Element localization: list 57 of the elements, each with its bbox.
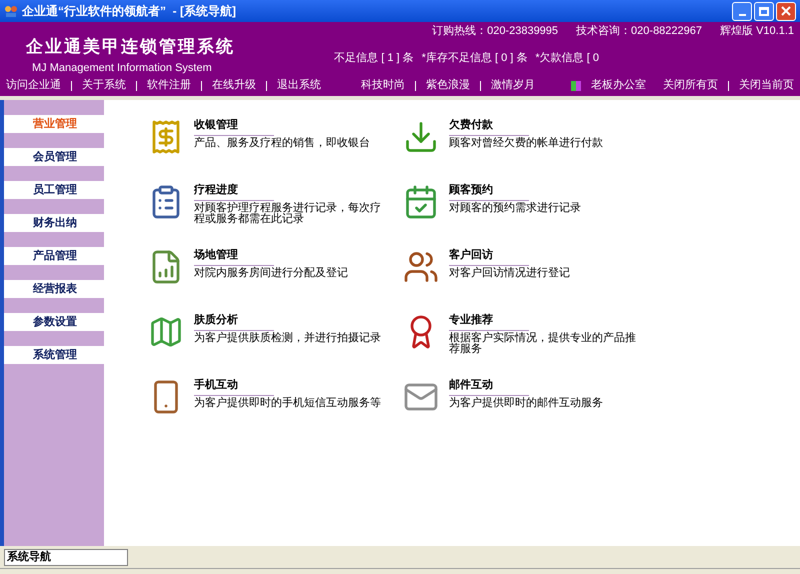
module-description: 对顾客护理疗程服务进行记录，每次疗程或服务都需在此记录 bbox=[194, 202, 382, 224]
module-title[interactable]: 肤质分析 bbox=[194, 312, 274, 330]
alert-info: *库存不足信息 [ 0 ] 条 bbox=[422, 50, 528, 66]
alert-info: *欠款信息 [ 0 bbox=[535, 50, 599, 66]
module-description: 产品、服务及疗程的销售，即收银台 bbox=[194, 138, 371, 148]
module-description: 为客户提供肤质检测，并进行拍摄记录 bbox=[194, 332, 382, 344]
module-description: 对客户回访情况进行登记 bbox=[449, 268, 571, 278]
sidebar-item[interactable]: 产品管理 bbox=[4, 247, 104, 265]
calendar-icon[interactable] bbox=[403, 184, 439, 220]
module-title[interactable]: 顾客预约 bbox=[449, 182, 529, 200]
sidebar-item[interactable]: 参数设置 bbox=[4, 313, 104, 331]
app-subtitle: MJ Management Information System bbox=[31, 60, 213, 76]
module-description: 为客户提供即时的手机短信互动服务等 bbox=[194, 398, 382, 408]
module-title[interactable]: 欠费付款 bbox=[449, 117, 529, 136]
sidebar-item[interactable]: 经营报表 bbox=[4, 280, 104, 298]
module-title[interactable]: 收银管理 bbox=[194, 117, 274, 136]
module-title[interactable]: 疗程进度 bbox=[194, 182, 274, 200]
sidebar-item[interactable]: 营业管理 bbox=[4, 115, 104, 133]
app-icon bbox=[4, 4, 18, 18]
contact-info: 订购热线：020-23839995 bbox=[432, 24, 558, 39]
nav-link[interactable]: 访问企业通 bbox=[6, 79, 61, 92]
module-description: 顾客对曾经欠费的帐单进行付款 bbox=[449, 138, 604, 148]
contact-info: 辉煌版 V10.1.1 bbox=[720, 24, 794, 39]
theme-link[interactable]: 激情岁月 bbox=[491, 79, 535, 92]
minimize-button[interactable] bbox=[732, 2, 752, 20]
nav-link[interactable]: 软件注册 bbox=[147, 79, 191, 92]
module-description: 根据客户实际情况，提供专业的产品推荐服务 bbox=[449, 332, 637, 354]
color-swatch-icon bbox=[571, 80, 581, 90]
module-title[interactable]: 专业推荐 bbox=[449, 312, 529, 330]
close-page-link[interactable]: 关闭当前页 bbox=[739, 79, 794, 92]
module-description: 为客户提供即时的邮件互动服务 bbox=[449, 398, 604, 408]
page-tab[interactable]: 系统导航 bbox=[4, 548, 128, 566]
module-title[interactable]: 场地管理 bbox=[194, 247, 274, 266]
nav-link[interactable]: 退出系统 bbox=[277, 79, 321, 92]
alert-info: 不足信息 [ 1 ] 条 bbox=[334, 50, 414, 66]
sidebar-item[interactable]: 系统管理 bbox=[4, 346, 104, 364]
contact-info: 技术咨询：020-88222967 bbox=[576, 24, 702, 39]
maximize-button[interactable] bbox=[754, 2, 774, 20]
module-description: 对院内服务房间进行分配及登记 bbox=[194, 268, 349, 278]
sidebar-item[interactable]: 会员管理 bbox=[4, 148, 104, 166]
window-title: 企业通“行业软件的领航者” - [系统导航] bbox=[22, 3, 236, 20]
nav-link[interactable]: 在线升级 bbox=[212, 79, 256, 92]
theme-link[interactable]: 科技时尚 bbox=[361, 79, 405, 92]
close-page-link[interactable]: 关闭所有页 bbox=[663, 79, 718, 92]
sidebar-item[interactable]: 财务出纳 bbox=[4, 214, 104, 232]
nav-link[interactable]: 关于系统 bbox=[82, 79, 126, 92]
office-link[interactable]: 老板办公室 bbox=[591, 79, 646, 92]
module-title[interactable]: 客户回访 bbox=[449, 247, 529, 266]
module-description: 对顾客的预约需求进行记录 bbox=[449, 202, 582, 214]
theme-link[interactable]: 紫色浪漫 bbox=[426, 79, 470, 92]
module-title[interactable]: 邮件互动 bbox=[449, 377, 529, 396]
close-button[interactable] bbox=[776, 2, 796, 20]
module-title[interactable]: 手机互动 bbox=[194, 377, 274, 396]
sidebar-item[interactable]: 员工管理 bbox=[4, 181, 104, 199]
app-title: 企业通美甲连锁管理系统 bbox=[26, 36, 235, 58]
people-icon[interactable] bbox=[403, 249, 439, 285]
close-icon bbox=[781, 6, 791, 16]
